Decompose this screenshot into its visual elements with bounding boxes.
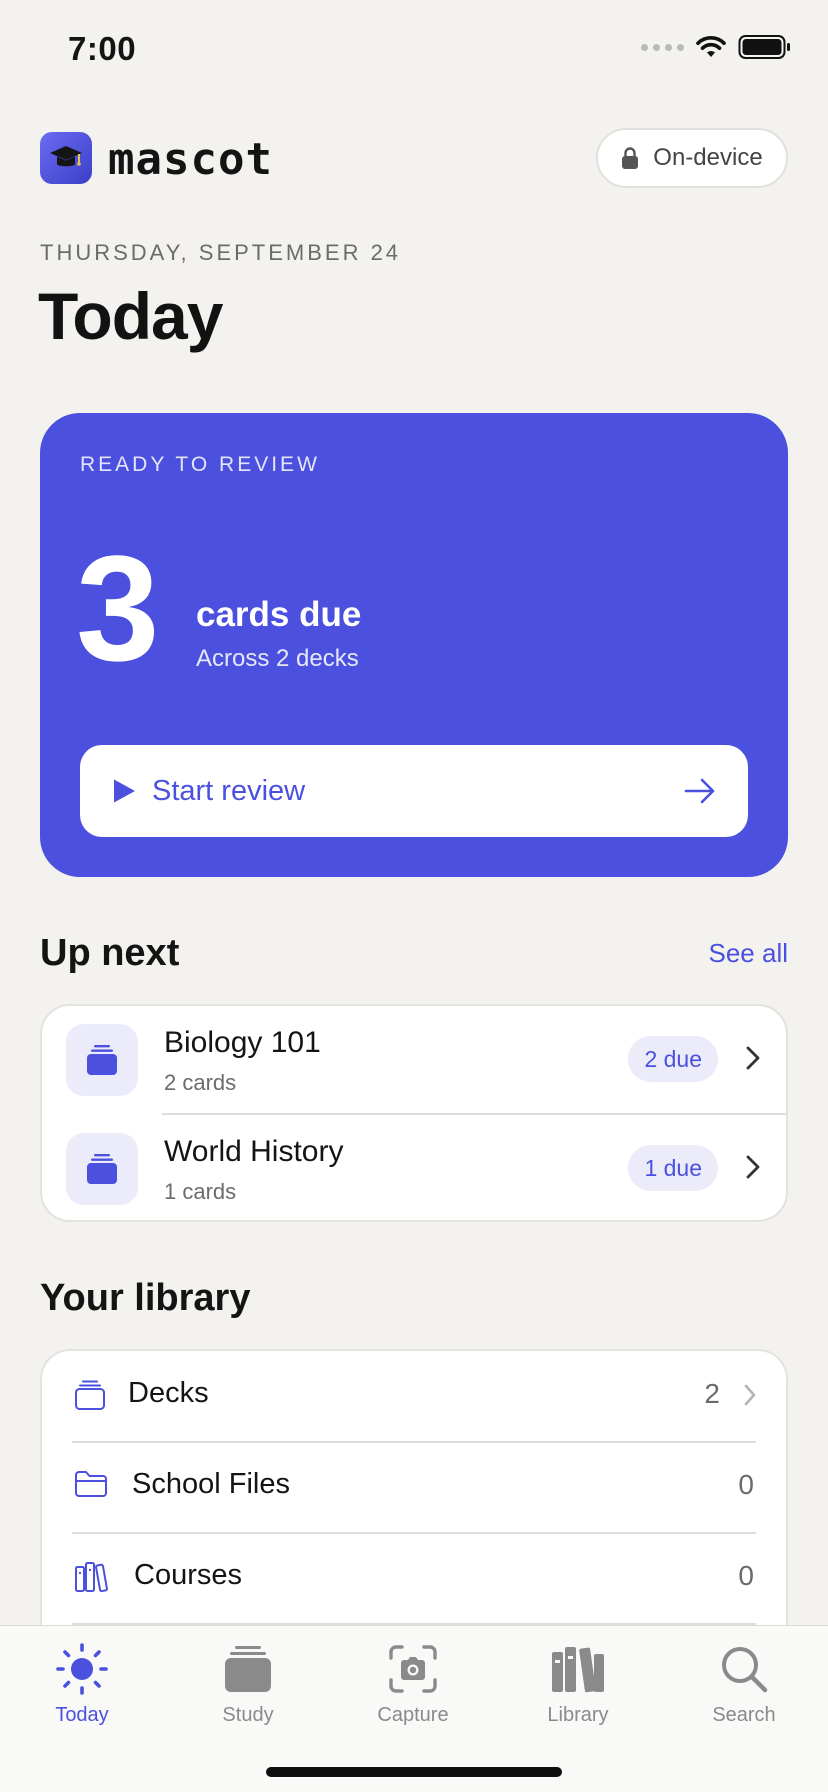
tab-study[interactable]: Study [178, 1640, 318, 1740]
cards-stack-icon [225, 1646, 271, 1692]
app-header: mascot On-device [40, 128, 788, 192]
start-review-label: Start review [152, 774, 306, 807]
status-bar: 7:00 [0, 0, 828, 100]
on-device-label: On-device [653, 144, 763, 171]
lock-icon [622, 147, 639, 169]
library-row-courses[interactable]: Courses 0 [42, 1533, 786, 1624]
tab-today[interactable]: Today [12, 1640, 152, 1740]
page-title: Today [38, 279, 223, 353]
graduation-cap-icon [50, 146, 82, 167]
library-count: 0 [738, 1469, 754, 1500]
see-all-link[interactable]: See all [709, 938, 789, 969]
deck-card-count: 1 cards [164, 1179, 237, 1204]
library-title: Your library [40, 1277, 251, 1319]
date-label: THURSDAY, SEPTEMBER 24 [40, 240, 402, 265]
library-icon [552, 1647, 604, 1693]
cellular-signal-icon [641, 43, 684, 51]
review-kicker: READY TO REVIEW [80, 453, 320, 476]
home-indicator[interactable] [266, 1767, 562, 1777]
deck-name: World History [164, 1135, 344, 1168]
review-card: READY TO REVIEW 3 cards due Across 2 dec… [40, 413, 788, 877]
app-name: mascot [108, 134, 273, 185]
library-list: Decks 2 School Files 0 Courses 0 [40, 1349, 788, 1669]
chevron-right-icon [746, 1155, 760, 1179]
deck-icon [66, 1024, 138, 1096]
status-icons [641, 34, 792, 60]
tab-library[interactable]: Library [508, 1640, 648, 1740]
books-icon [75, 1562, 108, 1593]
tab-label: Study [222, 1704, 274, 1726]
battery-icon [738, 35, 790, 59]
cards-stack-icon [87, 1045, 117, 1075]
arrow-right-icon [684, 778, 715, 804]
deck-card-count: 2 cards [164, 1070, 237, 1095]
start-review-button[interactable]: Start review [80, 745, 748, 837]
tab-label: Today [55, 1704, 109, 1726]
up-next-list: Biology 101 2 cards 2 due World History … [40, 1004, 788, 1222]
review-title: cards due [196, 595, 362, 634]
camera-icon [389, 1645, 437, 1693]
up-next-title: Up next [40, 932, 180, 974]
review-subtitle: Across 2 decks [196, 645, 359, 672]
library-count: 0 [738, 1560, 754, 1591]
status-time: 7:00 [68, 30, 137, 67]
library-label: Courses [134, 1559, 242, 1591]
decks-icon [75, 1380, 105, 1410]
search-icon [722, 1647, 768, 1693]
deck-row-world-history[interactable]: World History 1 cards 1 due [42, 1115, 786, 1220]
tab-label: Capture [377, 1704, 449, 1726]
on-device-button[interactable]: On-device [596, 128, 788, 188]
wifi-icon [696, 36, 726, 57]
library-count: 2 [704, 1378, 720, 1409]
due-badge: 2 due [628, 1036, 718, 1082]
chevron-right-icon [744, 1384, 756, 1406]
sun-icon [56, 1643, 108, 1695]
play-icon [114, 779, 135, 803]
deck-icon [66, 1133, 138, 1205]
library-label: School Files [132, 1468, 290, 1500]
library-label: Decks [128, 1377, 209, 1409]
tab-label: Search [712, 1704, 776, 1726]
tab-capture[interactable]: Capture [343, 1640, 483, 1740]
tab-search[interactable]: Search [674, 1640, 814, 1740]
library-row-school-files[interactable]: School Files 0 [42, 1442, 786, 1533]
library-row-decks[interactable]: Decks 2 [42, 1351, 786, 1442]
folder-icon [75, 1471, 107, 1497]
tab-label: Library [547, 1704, 609, 1726]
due-badge: 1 due [628, 1145, 718, 1191]
app-logo [40, 132, 92, 184]
chevron-right-icon [746, 1046, 760, 1070]
cards-stack-icon [87, 1154, 117, 1184]
due-count: 3 [76, 524, 159, 692]
deck-name: Biology 101 [164, 1026, 321, 1059]
deck-row-biology[interactable]: Biology 101 2 cards 2 due [42, 1006, 786, 1115]
